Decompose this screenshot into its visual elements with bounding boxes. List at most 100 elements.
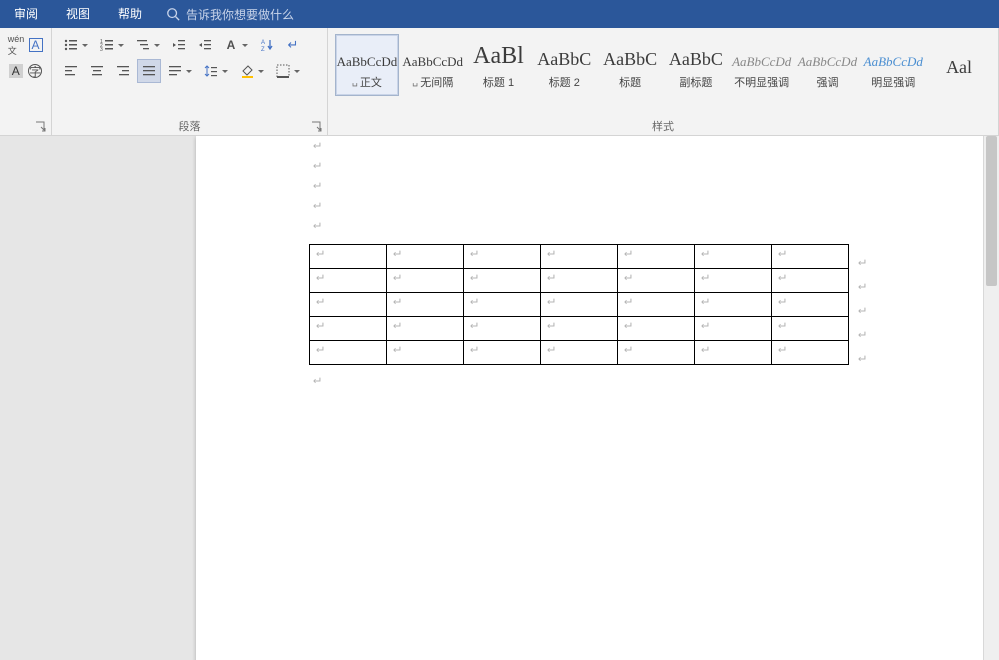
tell-me-search[interactable]: 告诉我你想要做什么 [166, 6, 294, 23]
paragraph-mark-icon: ↵ [313, 372, 321, 387]
ribbon: wén文 A A 字 123 A AZ ↵ [0, 28, 999, 136]
table-cell[interactable]: ↵ [464, 245, 541, 269]
empty-paragraph[interactable]: ↵ [313, 371, 950, 391]
table-cell[interactable]: ↵ [618, 293, 695, 317]
table-cell[interactable]: ↵ [464, 317, 541, 341]
style-preview: AaBbCcDd [732, 40, 791, 70]
empty-paragraph[interactable]: ↵ [313, 176, 950, 196]
table-cell[interactable]: ↵ [695, 317, 772, 341]
enclose-char-button[interactable]: 字 [27, 59, 45, 83]
document-area[interactable]: ↵↵↵↵↵↵↵↵↵↵↵↵↵↵↵↵↵↵↵↵↵↵↵↵↵↵↵↵↵↵↵↵↵↵↵↵↵↵↵↵… [0, 136, 999, 660]
empty-paragraph[interactable]: ↵ [313, 196, 950, 216]
menu-tab-view[interactable]: 视图 [52, 0, 104, 28]
char-shading-button[interactable]: A [7, 59, 25, 83]
style-item-5[interactable]: AaBbC 副标题 [664, 34, 728, 96]
empty-paragraph[interactable]: ↵ [313, 216, 950, 236]
table-cell[interactable]: ↵ [695, 269, 772, 293]
table-cell[interactable]: ↵ [387, 317, 464, 341]
vertical-scrollbar[interactable] [983, 136, 999, 660]
align-right-button[interactable] [111, 59, 135, 83]
table-cell[interactable]: ↵ [618, 317, 695, 341]
table-row[interactable]: ↵↵↵↵↵↵↵ [310, 341, 849, 365]
document-table[interactable]: ↵↵↵↵↵↵↵↵↵↵↵↵↵↵↵↵↵↵↵↵↵↵↵↵↵↵↵↵↵↵↵↵↵↵↵ [309, 244, 849, 365]
style-item-2[interactable]: AaBl标题 1 [467, 34, 531, 96]
table-cell[interactable]: ↵ [387, 341, 464, 365]
table-cell[interactable]: ↵ [310, 317, 387, 341]
style-preview: AaBbC [669, 40, 723, 70]
increase-indent-button[interactable] [193, 33, 217, 57]
char-shading-icon: A [9, 64, 23, 78]
table-row[interactable]: ↵↵↵↵↵↵↵ [310, 293, 849, 317]
table-cell[interactable]: ↵ [387, 293, 464, 317]
table-cell[interactable]: ↵ [464, 341, 541, 365]
table-row[interactable]: ↵↵↵↵↵↵↵ [310, 317, 849, 341]
table-cell[interactable]: ↵ [387, 269, 464, 293]
multilevel-list-button[interactable] [131, 33, 165, 57]
show-marks-button[interactable]: ↵ [281, 33, 305, 57]
table-cell[interactable]: ↵ [695, 293, 772, 317]
menu-tab-review[interactable]: 审阅 [0, 0, 52, 28]
style-name: 副标题 [679, 74, 712, 90]
style-item-1[interactable]: AaBbCcDd␣无间隔 [401, 34, 465, 96]
table-cell[interactable]: ↵ [541, 269, 618, 293]
table-cell[interactable]: ↵ [541, 293, 618, 317]
table-cell[interactable]: ↵ [772, 269, 849, 293]
shading-button[interactable] [235, 59, 269, 83]
table-cell[interactable]: ↵ [310, 341, 387, 365]
style-item-0[interactable]: AaBbCcDd␣正文 [335, 34, 399, 96]
align-justify-button[interactable] [137, 59, 161, 83]
table-cell[interactable]: ↵ [464, 269, 541, 293]
table-cell[interactable]: ↵ [618, 269, 695, 293]
style-preview: AaBbC [537, 40, 591, 70]
styles-group-label: 样式 [328, 118, 998, 134]
line-spacing-button[interactable] [199, 59, 233, 83]
table-cell[interactable]: ↵ [541, 341, 618, 365]
table-cell[interactable]: ↵ [541, 245, 618, 269]
bullets-button[interactable] [59, 33, 93, 57]
char-border-icon: A [29, 38, 43, 52]
table-cell[interactable]: ↵ [310, 293, 387, 317]
styles-gallery[interactable]: AaBbCcDd␣正文AaBbCcDd␣无间隔AaBl标题 1AaBbC标题 2… [334, 32, 992, 100]
distribute-button[interactable] [163, 59, 197, 83]
style-item-9[interactable]: Aal [927, 34, 991, 96]
table-row[interactable]: ↵↵↵↵↵↵↵ [310, 269, 849, 293]
table-cell[interactable]: ↵ [618, 341, 695, 365]
style-item-3[interactable]: AaBbC 标题 2 [532, 34, 596, 96]
style-name: 标题 2 [549, 74, 580, 90]
table-row[interactable]: ↵↵↵↵↵↵↵ [310, 245, 849, 269]
svg-text:A: A [261, 40, 265, 46]
empty-paragraph[interactable]: ↵ [313, 136, 950, 156]
decrease-indent-button[interactable] [167, 33, 191, 57]
outdent-icon [171, 37, 187, 53]
paragraph-dialog-launcher[interactable] [311, 121, 323, 133]
style-item-8[interactable]: AaBbCcDd明显强调 [861, 34, 925, 96]
table-cell[interactable]: ↵ [772, 341, 849, 365]
table-cell[interactable]: ↵ [695, 341, 772, 365]
phonetic-guide-button[interactable]: wén文 [7, 33, 25, 57]
menu-tab-help[interactable]: 帮助 [104, 0, 156, 28]
table-cell[interactable]: ↵ [310, 245, 387, 269]
table-cell[interactable]: ↵ [310, 269, 387, 293]
table-cell[interactable]: ↵ [387, 245, 464, 269]
numbering-button[interactable]: 123 [95, 33, 129, 57]
style-item-4[interactable]: AaBbC标题 [598, 34, 662, 96]
sort-button[interactable]: AZ [255, 33, 279, 57]
table-cell[interactable]: ↵ [464, 293, 541, 317]
table-cell[interactable]: ↵ [772, 293, 849, 317]
asian-layout-button[interactable]: A [219, 33, 253, 57]
style-item-6[interactable]: AaBbCcDd不明显强调 [730, 34, 794, 96]
table-cell[interactable]: ↵ [772, 245, 849, 269]
align-left-button[interactable] [59, 59, 83, 83]
scrollbar-thumb[interactable] [986, 136, 997, 286]
tell-me-placeholder: 告诉我你想要做什么 [186, 6, 294, 23]
empty-paragraph[interactable]: ↵ [313, 156, 950, 176]
table-cell[interactable]: ↵ [541, 317, 618, 341]
table-cell[interactable]: ↵ [695, 245, 772, 269]
align-center-button[interactable] [85, 59, 109, 83]
table-cell[interactable]: ↵ [772, 317, 849, 341]
char-border-button[interactable]: A [27, 33, 44, 57]
font-dialog-launcher[interactable] [35, 121, 47, 133]
style-item-7[interactable]: AaBbCcDd强调 [796, 34, 860, 96]
table-cell[interactable]: ↵ [618, 245, 695, 269]
borders-button[interactable] [271, 59, 305, 83]
